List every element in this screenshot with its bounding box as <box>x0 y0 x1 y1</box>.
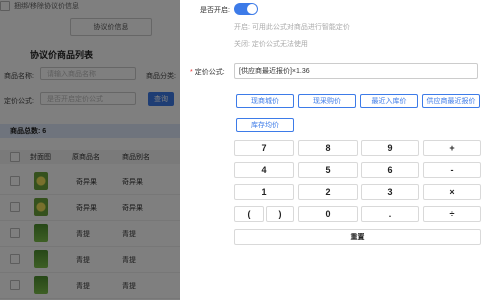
reset-button[interactable]: 重置 <box>234 229 481 245</box>
key-6[interactable]: 6 <box>361 162 419 178</box>
key-plus[interactable]: + <box>423 140 481 156</box>
key-4[interactable]: 4 <box>234 162 294 178</box>
var-purchase-price-button[interactable]: 现采购价 <box>298 94 356 108</box>
hint-on: 开启: 可用此公式对商品进行智能定价 <box>234 24 350 31</box>
key-3[interactable]: 3 <box>361 184 419 200</box>
switch-knob <box>247 4 257 14</box>
key-close-paren[interactable]: ) <box>266 206 294 222</box>
required-mark: * <box>190 69 193 76</box>
formula-input[interactable]: [供应商最近报价]×1.36 <box>234 63 478 79</box>
enable-label: 是否开启: <box>200 7 230 14</box>
key-2[interactable]: 2 <box>298 184 358 200</box>
key-divide[interactable]: ÷ <box>423 206 481 222</box>
key-minus[interactable]: - <box>423 162 481 178</box>
var-stock-avg-price-button[interactable]: 库存均价 <box>236 118 294 132</box>
var-mall-price-button[interactable]: 现商城价 <box>236 94 294 108</box>
key-decimal[interactable]: . <box>361 206 419 222</box>
key-multiply[interactable]: × <box>423 184 481 200</box>
var-last-stock-price-button[interactable]: 最近入库价 <box>360 94 418 108</box>
enable-switch[interactable] <box>234 3 258 15</box>
key-9[interactable]: 9 <box>361 140 419 156</box>
formula-label: * 定价公式: <box>190 67 225 77</box>
key-0[interactable]: 0 <box>298 206 358 222</box>
var-supplier-quote-button[interactable]: 供应商最近报价 <box>422 94 480 108</box>
key-8[interactable]: 8 <box>298 140 358 156</box>
key-open-paren[interactable]: ( <box>234 206 264 222</box>
key-1[interactable]: 1 <box>234 184 294 200</box>
hint-off: 关闭: 定价公式无法使用 <box>234 41 308 48</box>
formula-label-text: 定价公式: <box>194 69 225 76</box>
key-5[interactable]: 5 <box>298 162 358 178</box>
key-7[interactable]: 7 <box>234 140 294 156</box>
